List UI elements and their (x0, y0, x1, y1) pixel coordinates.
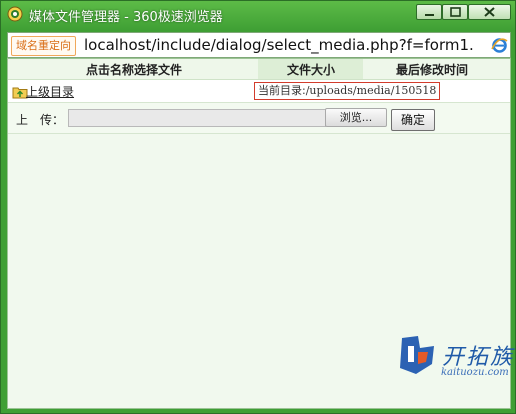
minimize-icon (425, 14, 434, 16)
browse-button[interactable]: 浏览... (325, 108, 387, 127)
column-header-name: 点击名称选择文件 (86, 63, 183, 77)
current-dir-label: 当前目录: (258, 84, 306, 97)
watermark-logo-icon (400, 336, 434, 374)
maximize-icon (450, 7, 461, 17)
address-bar[interactable]: 域名重定向 localhost/include/dialog/select_me… (7, 32, 511, 58)
table-row: 上级目录 当前目录:/uploads/media/150518 (8, 80, 510, 103)
watermark-url: kaituozu.com (441, 367, 509, 378)
parent-dir-link[interactable]: 上级目录 (26, 83, 74, 100)
browser-window: 媒体文件管理器 - 360极速浏览器 域名重定向 localhost/inclu… (0, 0, 516, 414)
upload-label: 上 传： (16, 113, 65, 127)
close-icon (484, 7, 495, 17)
current-dir-indicator: 当前目录:/uploads/media/150518 (254, 82, 441, 100)
title-bar[interactable]: 媒体文件管理器 - 360极速浏览器 (1, 1, 516, 29)
current-dir-path: /uploads/media/150518 (305, 84, 437, 97)
domain-redirect-badge[interactable]: 域名重定向 (11, 36, 76, 56)
close-button[interactable] (468, 4, 511, 20)
file-path-input[interactable] (68, 109, 326, 127)
upload-row: 上 传： 浏览... 确定 (8, 103, 510, 134)
url-text[interactable]: localhost/include/dialog/select_media.ph… (84, 35, 484, 55)
file-table-header: 点击名称选择文件 文件大小 最后修改时间 (8, 59, 510, 80)
ie-engine-icon[interactable] (491, 37, 508, 54)
column-header-mtime: 最后修改时间 (396, 63, 469, 77)
maximize-button[interactable] (442, 4, 468, 20)
minimize-button[interactable] (416, 4, 442, 20)
column-header-size: 文件大小 (287, 63, 336, 77)
confirm-button[interactable]: 确定 (391, 109, 435, 131)
app-logo-icon (7, 6, 23, 22)
window-title: 媒体文件管理器 - 360极速浏览器 (29, 10, 223, 25)
